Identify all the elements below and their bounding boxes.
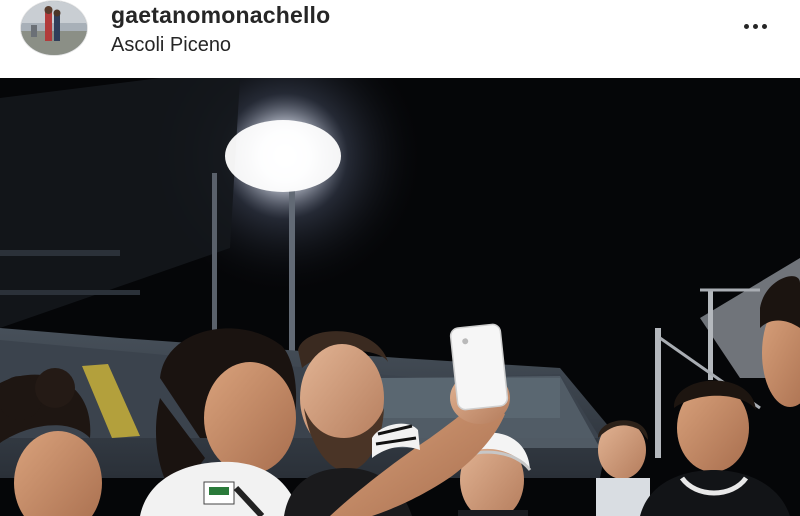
more-options-button[interactable] <box>734 12 776 40</box>
post-header: gaetanomonachello Ascoli Piceno <box>0 0 800 78</box>
avatar[interactable] <box>21 1 87 55</box>
post-photo[interactable] <box>0 78 800 516</box>
location-link[interactable]: Ascoli Piceno <box>111 32 231 58</box>
stadium-selfie-photo <box>0 78 800 516</box>
username[interactable]: gaetanomonachello <box>111 1 330 29</box>
instagram-post: gaetanomonachello Ascoli Piceno <box>0 0 800 516</box>
more-horizontal-icon <box>743 23 767 29</box>
avatar-photo <box>21 1 87 55</box>
